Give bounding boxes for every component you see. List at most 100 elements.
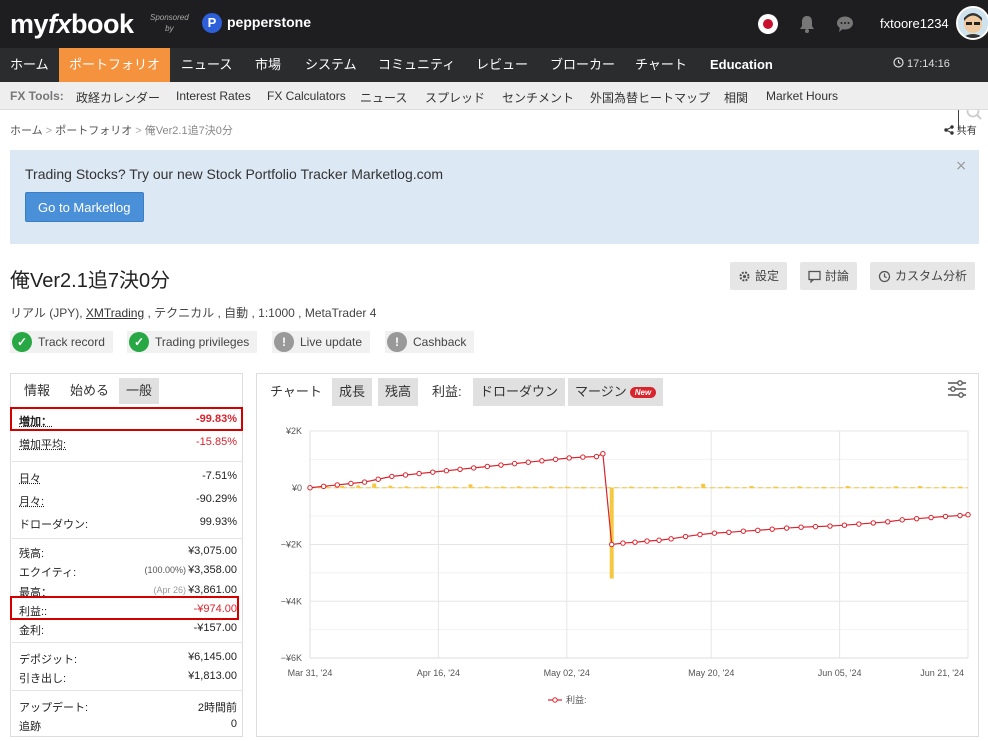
nav-item-reviews[interactable]: レビュー bbox=[466, 48, 538, 82]
nav-item-news[interactable]: ニュース bbox=[171, 48, 242, 82]
profit-bar bbox=[501, 487, 505, 489]
tab-growth[interactable]: 成長 bbox=[332, 378, 372, 406]
tool-spreads[interactable]: スプレッド bbox=[425, 89, 485, 106]
broker-link[interactable]: XMTrading bbox=[86, 306, 144, 320]
sponsored-line2: by bbox=[150, 23, 189, 34]
settings-button[interactable]: 設定 bbox=[730, 262, 787, 290]
japan-flag-icon[interactable] bbox=[758, 14, 778, 34]
bell-icon[interactable] bbox=[798, 14, 816, 34]
divider bbox=[12, 461, 243, 462]
close-icon[interactable]: × bbox=[955, 158, 967, 174]
stat-value: ¥1,813.00 bbox=[188, 670, 237, 682]
y-tick-label: −¥2K bbox=[281, 540, 302, 550]
nav-item-education[interactable]: Education bbox=[700, 48, 783, 82]
series-point bbox=[499, 463, 503, 467]
profit-bar bbox=[894, 486, 898, 488]
profit-bar bbox=[629, 487, 633, 489]
series-point bbox=[857, 522, 861, 526]
tool-fx-calculators[interactable]: FX Calculators bbox=[267, 89, 346, 103]
server-clock: 17:14:16 bbox=[893, 57, 950, 70]
nav-item-home[interactable]: ホーム bbox=[0, 48, 59, 82]
highlight-box-gain bbox=[10, 407, 243, 431]
y-tick-label: −¥6K bbox=[281, 653, 302, 663]
profit-bar bbox=[420, 487, 424, 489]
breadcrumb-separator: > bbox=[46, 125, 52, 137]
nav-item-portfolio[interactable]: ポートフォリオ bbox=[59, 48, 170, 82]
breadcrumb-home[interactable]: ホーム bbox=[10, 125, 43, 137]
stat-label: アップデート: bbox=[19, 699, 88, 715]
series-point bbox=[943, 514, 947, 518]
stat-label[interactable]: 増加平均: bbox=[19, 436, 66, 452]
profit-bar bbox=[485, 486, 489, 488]
tool-interest-rates[interactable]: Interest Rates bbox=[176, 89, 251, 103]
series-point bbox=[727, 530, 731, 534]
tool-sentiment[interactable]: センチメント bbox=[502, 89, 574, 106]
pepperstone-logo-icon[interactable]: P bbox=[202, 13, 222, 33]
profit-bar bbox=[372, 483, 376, 487]
trading-privileges-badge[interactable]: ✓ Trading privileges bbox=[127, 331, 257, 353]
stat-prefix: (100.00%) bbox=[145, 565, 187, 575]
gear-icon bbox=[738, 270, 751, 283]
tab-balance[interactable]: 残高 bbox=[378, 378, 418, 406]
series-point bbox=[741, 529, 745, 533]
tab-profit[interactable]: 利益: bbox=[425, 378, 469, 406]
series-point bbox=[799, 525, 803, 529]
profit-bar bbox=[822, 487, 826, 489]
tab-chart[interactable]: チャート bbox=[263, 378, 329, 406]
tab-general[interactable]: 一般 bbox=[119, 378, 159, 404]
tool-economic-calendar[interactable]: 政経カレンダー bbox=[76, 89, 160, 106]
tab-drawdown[interactable]: ドローダウン bbox=[473, 378, 565, 406]
x-tick-label: Jun 21, '24 bbox=[920, 668, 964, 678]
series-point bbox=[308, 486, 312, 490]
tab-margin[interactable]: マージン New bbox=[568, 378, 663, 406]
x-tick-label: Mar 31, '24 bbox=[288, 668, 333, 678]
series-point bbox=[698, 532, 702, 536]
series-point bbox=[485, 464, 489, 468]
stat-label[interactable]: 月々: bbox=[19, 493, 44, 509]
tab-info[interactable]: 情報 bbox=[17, 378, 57, 404]
tool-news[interactable]: ニュース bbox=[360, 89, 407, 106]
exclamation-icon: ! bbox=[274, 332, 294, 352]
profit-bar bbox=[653, 487, 657, 489]
chat-icon[interactable] bbox=[836, 15, 854, 33]
nav-item-charts[interactable]: チャート bbox=[625, 48, 697, 82]
series-point bbox=[756, 528, 760, 532]
track-record-badge[interactable]: ✓ Track record bbox=[10, 331, 113, 353]
stat-abs-gain: 増加平均: -15.85% bbox=[19, 434, 237, 451]
discussion-button[interactable]: 討論 bbox=[800, 262, 857, 290]
tool-correlation[interactable]: 相関 bbox=[724, 89, 748, 106]
nav-item-brokers[interactable]: ブローカー bbox=[540, 48, 625, 82]
x-tick-label: Jun 05, '24 bbox=[818, 668, 862, 678]
share-button[interactable]: 共有 bbox=[944, 122, 977, 137]
cashback-badge[interactable]: ! Cashback bbox=[385, 331, 474, 353]
stat-label: ドローダウン: bbox=[19, 516, 88, 532]
series-point bbox=[601, 452, 605, 456]
stat-label[interactable]: 日々 bbox=[19, 470, 41, 486]
stat-balance: 残高: ¥3,075.00 bbox=[19, 543, 237, 560]
sliders-icon[interactable] bbox=[947, 380, 967, 398]
logo-text-book: book bbox=[71, 9, 134, 39]
custom-analysis-button[interactable]: カスタム分析 bbox=[870, 262, 975, 290]
y-tick-label: ¥2K bbox=[285, 426, 302, 436]
clock-time: 17:14:16 bbox=[907, 58, 950, 70]
stat-value: ¥3,861.00 bbox=[188, 584, 237, 596]
account-info: リアル (JPY), XMTrading , テクニカル , 自動 , 1:10… bbox=[10, 304, 376, 321]
profit-bar bbox=[436, 486, 440, 488]
stat-value: -¥157.00 bbox=[194, 622, 237, 634]
nav-item-community[interactable]: コミュニティ bbox=[368, 48, 465, 82]
tab-start[interactable]: 始める bbox=[63, 378, 116, 404]
breadcrumb-portfolio[interactable]: ポートフォリオ bbox=[55, 125, 132, 137]
share-label: 共有 bbox=[957, 126, 977, 137]
series-point bbox=[390, 474, 394, 478]
sponsor-name[interactable]: pepperstone bbox=[227, 14, 311, 30]
nav-item-market[interactable]: 市場 bbox=[245, 48, 291, 82]
go-to-marketlog-button[interactable]: Go to Marketlog bbox=[25, 192, 144, 222]
live-update-badge[interactable]: ! Live update bbox=[272, 331, 370, 353]
series-point bbox=[335, 483, 339, 487]
tool-heatmap[interactable]: 外国為替ヒートマップ bbox=[590, 89, 710, 106]
nav-item-systems[interactable]: システム bbox=[295, 48, 367, 82]
myfxbook-logo[interactable]: myfxbook bbox=[10, 9, 134, 40]
username[interactable]: fxtoore1234 bbox=[880, 16, 949, 31]
tool-market-hours[interactable]: Market Hours bbox=[766, 89, 838, 103]
avatar[interactable] bbox=[956, 6, 988, 40]
